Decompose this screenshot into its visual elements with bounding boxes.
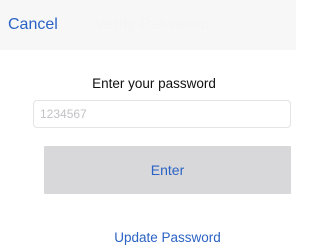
enter-button[interactable]: Enter (44, 146, 291, 194)
cancel-button[interactable]: Cancel (8, 16, 58, 34)
verify-password-screen: Cancel Verify Password Enter your passwo… (0, 0, 308, 249)
password-prompt: Enter your password (92, 76, 216, 91)
nav-title: Verify Password (95, 16, 210, 33)
password-field[interactable] (33, 100, 291, 128)
update-password-link[interactable]: Update Password (0, 230, 320, 245)
navigation-bar: Cancel Verify Password (0, 0, 296, 50)
